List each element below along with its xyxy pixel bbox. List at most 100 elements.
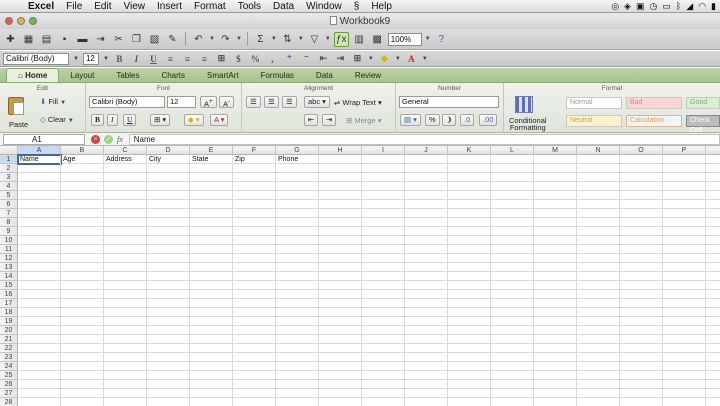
ribbon-decrease-indent-button[interactable]: ⇤ [304, 114, 319, 126]
zoom-dropdown-icon[interactable]: ▼ [425, 36, 431, 42]
row-header-28[interactable]: 28 [0, 398, 18, 406]
column-header-a[interactable]: A [18, 146, 61, 155]
undo-icon[interactable]: ↶ [191, 32, 206, 47]
confirm-entry-icon[interactable]: ✓ [104, 134, 113, 144]
gallery-icon[interactable]: ▦ [21, 32, 36, 47]
row-header-13[interactable]: 13 [0, 263, 18, 272]
column-header-p[interactable]: P [663, 146, 706, 155]
menu-file[interactable]: File [60, 0, 88, 13]
grow-font-button[interactable]: A+ [200, 96, 217, 109]
menu-help[interactable]: Help [365, 0, 398, 13]
column-header-f[interactable]: F [233, 146, 276, 155]
volume-icon[interactable]: ◢ [686, 0, 693, 12]
menu-data[interactable]: Data [267, 0, 300, 13]
row-header-5[interactable]: 5 [0, 191, 18, 200]
row-header-18[interactable]: 18 [0, 308, 18, 317]
comma-style-button[interactable]: ❩ [442, 114, 457, 126]
column-header-o[interactable]: O [620, 146, 663, 155]
style-neutral[interactable]: Neutral [566, 115, 622, 127]
row-header-10[interactable]: 10 [0, 236, 18, 245]
column-header-e[interactable]: E [190, 146, 233, 155]
align-right-icon[interactable]: ≡ [198, 54, 211, 64]
row-header-24[interactable]: 24 [0, 362, 18, 371]
merge-center-icon[interactable]: ⊞ [215, 53, 228, 64]
tab-charts[interactable]: Charts [150, 69, 196, 82]
media-browser-icon[interactable]: ▩ [370, 32, 385, 47]
autosum-dropdown-icon[interactable]: ▼ [271, 36, 277, 42]
script-menu-icon[interactable]: § [348, 0, 366, 13]
column-header-d[interactable]: D [147, 146, 190, 155]
ribbon-decrease-decimal-button[interactable]: .00 [479, 114, 498, 126]
display-icon[interactable]: ▭ [662, 0, 671, 12]
currency-icon[interactable]: $ [232, 54, 245, 64]
align-left-icon[interactable]: ≡ [164, 54, 177, 64]
ribbon-font-size-select[interactable]: 12 [167, 96, 196, 108]
row-header-8[interactable]: 8 [0, 218, 18, 227]
ribbon-bold-button[interactable]: B [91, 114, 105, 126]
accounting-format-button[interactable]: ▤ ▾ [400, 114, 421, 126]
number-format-select[interactable]: General [399, 96, 499, 108]
fill-color-dropdown-icon[interactable]: ▼ [395, 56, 401, 62]
cell-b1[interactable]: Age [61, 155, 104, 164]
format-painter-icon[interactable]: ✎ [165, 32, 180, 47]
filter-icon[interactable]: ▽ [307, 32, 322, 47]
dropbox-icon[interactable]: ◈ [624, 0, 631, 12]
menu-view[interactable]: View [118, 0, 152, 13]
column-header-k[interactable]: K [448, 146, 491, 155]
row-header-21[interactable]: 21 [0, 335, 18, 344]
row-header-23[interactable]: 23 [0, 353, 18, 362]
cancel-entry-icon[interactable]: × [91, 134, 100, 144]
formula-input[interactable]: Name [128, 133, 720, 145]
style-bad[interactable]: Bad [626, 97, 682, 109]
column-header-l[interactable]: L [491, 146, 534, 155]
sidebar-icon[interactable]: ▥ [352, 32, 367, 47]
align-top-button[interactable]: ☰ [246, 96, 261, 108]
column-header-j[interactable]: J [405, 146, 448, 155]
column-header-b[interactable]: B [61, 146, 104, 155]
decrease-decimal-icon[interactable]: ⁻ [300, 53, 313, 64]
filter-dropdown-icon[interactable]: ▼ [325, 36, 331, 42]
wrap-text-button[interactable]: ⇌ Wrap Text ▾ [334, 98, 382, 107]
menu-tools[interactable]: Tools [232, 0, 267, 13]
menu-insert[interactable]: Insert [151, 0, 188, 13]
tab-formulas[interactable]: Formulas [250, 69, 305, 82]
fill-button[interactable]: ⬇ Fill ▼ [40, 97, 66, 106]
sync-icon[interactable]: ◎ [611, 0, 619, 12]
cell-c1[interactable]: Address [104, 155, 147, 164]
bluetooth-icon[interactable]: ᛒ [676, 0, 681, 12]
row-header-4[interactable]: 4 [0, 182, 18, 191]
row-header-27[interactable]: 27 [0, 389, 18, 398]
column-header-g[interactable]: G [276, 146, 319, 155]
font-name-select[interactable]: Calibri (Body) [3, 52, 69, 65]
percent-icon[interactable]: % [249, 54, 262, 64]
row-header-1[interactable]: 1 [0, 155, 18, 164]
row-header-26[interactable]: 26 [0, 380, 18, 389]
column-header-h[interactable]: H [319, 146, 362, 155]
paste-clipboard-icon[interactable] [8, 97, 24, 115]
copy-icon[interactable]: ❐ [129, 32, 144, 47]
column-header-n[interactable]: N [577, 146, 620, 155]
style-good[interactable]: Good [686, 97, 720, 109]
style-normal[interactable]: Normal [566, 97, 622, 109]
new-document-icon[interactable]: ✚ [3, 32, 18, 47]
paste-icon[interactable]: ▧ [147, 32, 162, 47]
app-menu[interactable]: Excel [22, 0, 60, 13]
row-header-25[interactable]: 25 [0, 371, 18, 380]
redo-icon[interactable]: ↷ [218, 32, 233, 47]
spreadsheet-grid[interactable]: ABCDEFGHIJKLMNOP 1 2 3 4 5 6 7 8 9 10 11 12 13 14 15 16… [0, 146, 720, 406]
tab-home[interactable]: ⌂ Home [6, 68, 60, 82]
font-size-select[interactable]: 12 [82, 52, 99, 65]
increase-indent-icon[interactable]: ⇥ [334, 53, 347, 64]
sort-icon[interactable]: ⇅ [280, 32, 295, 47]
borders-icon[interactable]: ⊞ [351, 53, 364, 64]
print-icon[interactable]: ▬ [75, 32, 90, 47]
help-icon[interactable]: ? [434, 32, 449, 47]
bold-button[interactable]: B [113, 54, 126, 64]
percent-style-button[interactable]: % [425, 114, 440, 126]
row-header-19[interactable]: 19 [0, 317, 18, 326]
save-icon[interactable]: ▪ [57, 32, 72, 47]
import-icon[interactable]: ⇥ [93, 32, 108, 47]
conditional-formatting-icon[interactable] [515, 96, 533, 113]
borders-dropdown-icon[interactable]: ▼ [368, 56, 374, 62]
tab-data[interactable]: Data [305, 69, 344, 82]
